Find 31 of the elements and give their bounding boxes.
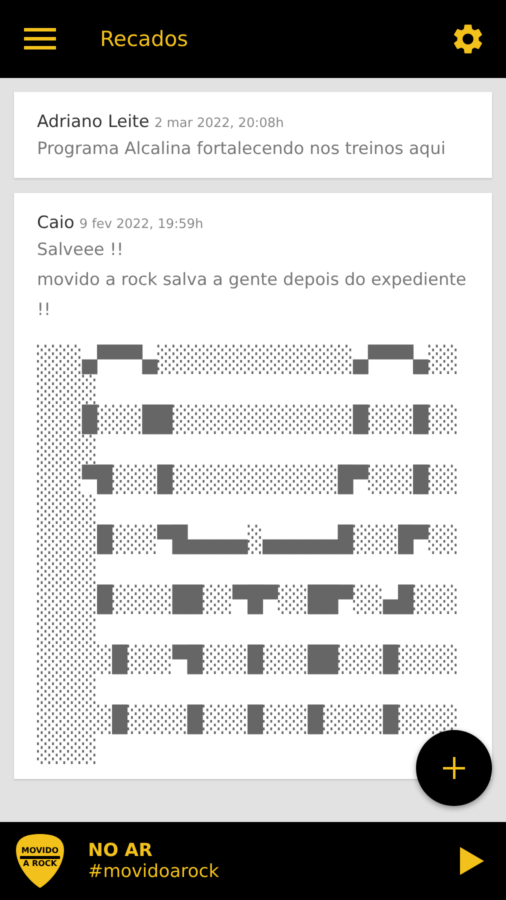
text-art-line: ░░░█░░░██░░░░░░░░░░░░█░░░█░░ (37, 405, 460, 434)
text-art-line: ░░░░░█░░░▀█░░░█░░░██░░░█░░░░ (37, 645, 460, 674)
text-art-line: ░░░▀█░░░█░░░░░░░░░░░█▀░░░█░░ (37, 465, 460, 494)
logo-text: A ROCK (22, 859, 57, 868)
plus-icon (443, 757, 465, 779)
text-art-line: ░░░░ (37, 495, 98, 524)
text-art-line: ░░░░ (37, 375, 98, 404)
text-art-line: ░░░░ (37, 675, 98, 704)
menu-button[interactable] (24, 27, 56, 51)
screen-title: Recados (100, 27, 190, 51)
text-art-line: ░░░▄▀▀▀▄░░░░░░░░░░░░░▄▀▀▀▄░░ (37, 345, 460, 374)
text-art-line: ░░░░ (37, 555, 98, 584)
play-icon (460, 847, 484, 875)
play-button[interactable] (460, 847, 484, 875)
message-date: 9 fev 2022, 19:59h (79, 217, 204, 232)
message-text: Programa Alcalina fortalecendo nos treinos aqui (37, 138, 447, 161)
message-text: Salveee !! (37, 239, 124, 262)
text-art-line: ░░░░█░░░░██░░▀█▀░░██▀░░▄█░░░ (37, 585, 460, 614)
author-name: Caio (37, 213, 74, 233)
on-air-label: NO AR (88, 840, 154, 861)
text-art-line: ░░░░ (37, 735, 98, 765)
menu-icon (24, 27, 56, 51)
station-hashtag: #movidoarock (88, 861, 220, 882)
text-art-line: ░░░░█░░░▀█▄▄▄▄░▄▄▄▄▄█░░░█▀░░ (37, 525, 460, 554)
logo-text: MOVIDO (21, 846, 59, 855)
text-art-line: ░░░░ (37, 435, 98, 464)
message-date: 2 mar 2022, 20:08h (154, 116, 284, 131)
author-name: Adriano Leite (37, 112, 150, 132)
text-art-line: ░░░░ (37, 615, 98, 644)
text-art-line: ░░░░░█░░░░█░░░█░░░█░░░░█░░░░ (37, 705, 460, 734)
message-text: movido a rock salva a gente depois do expediente !! (37, 269, 468, 322)
